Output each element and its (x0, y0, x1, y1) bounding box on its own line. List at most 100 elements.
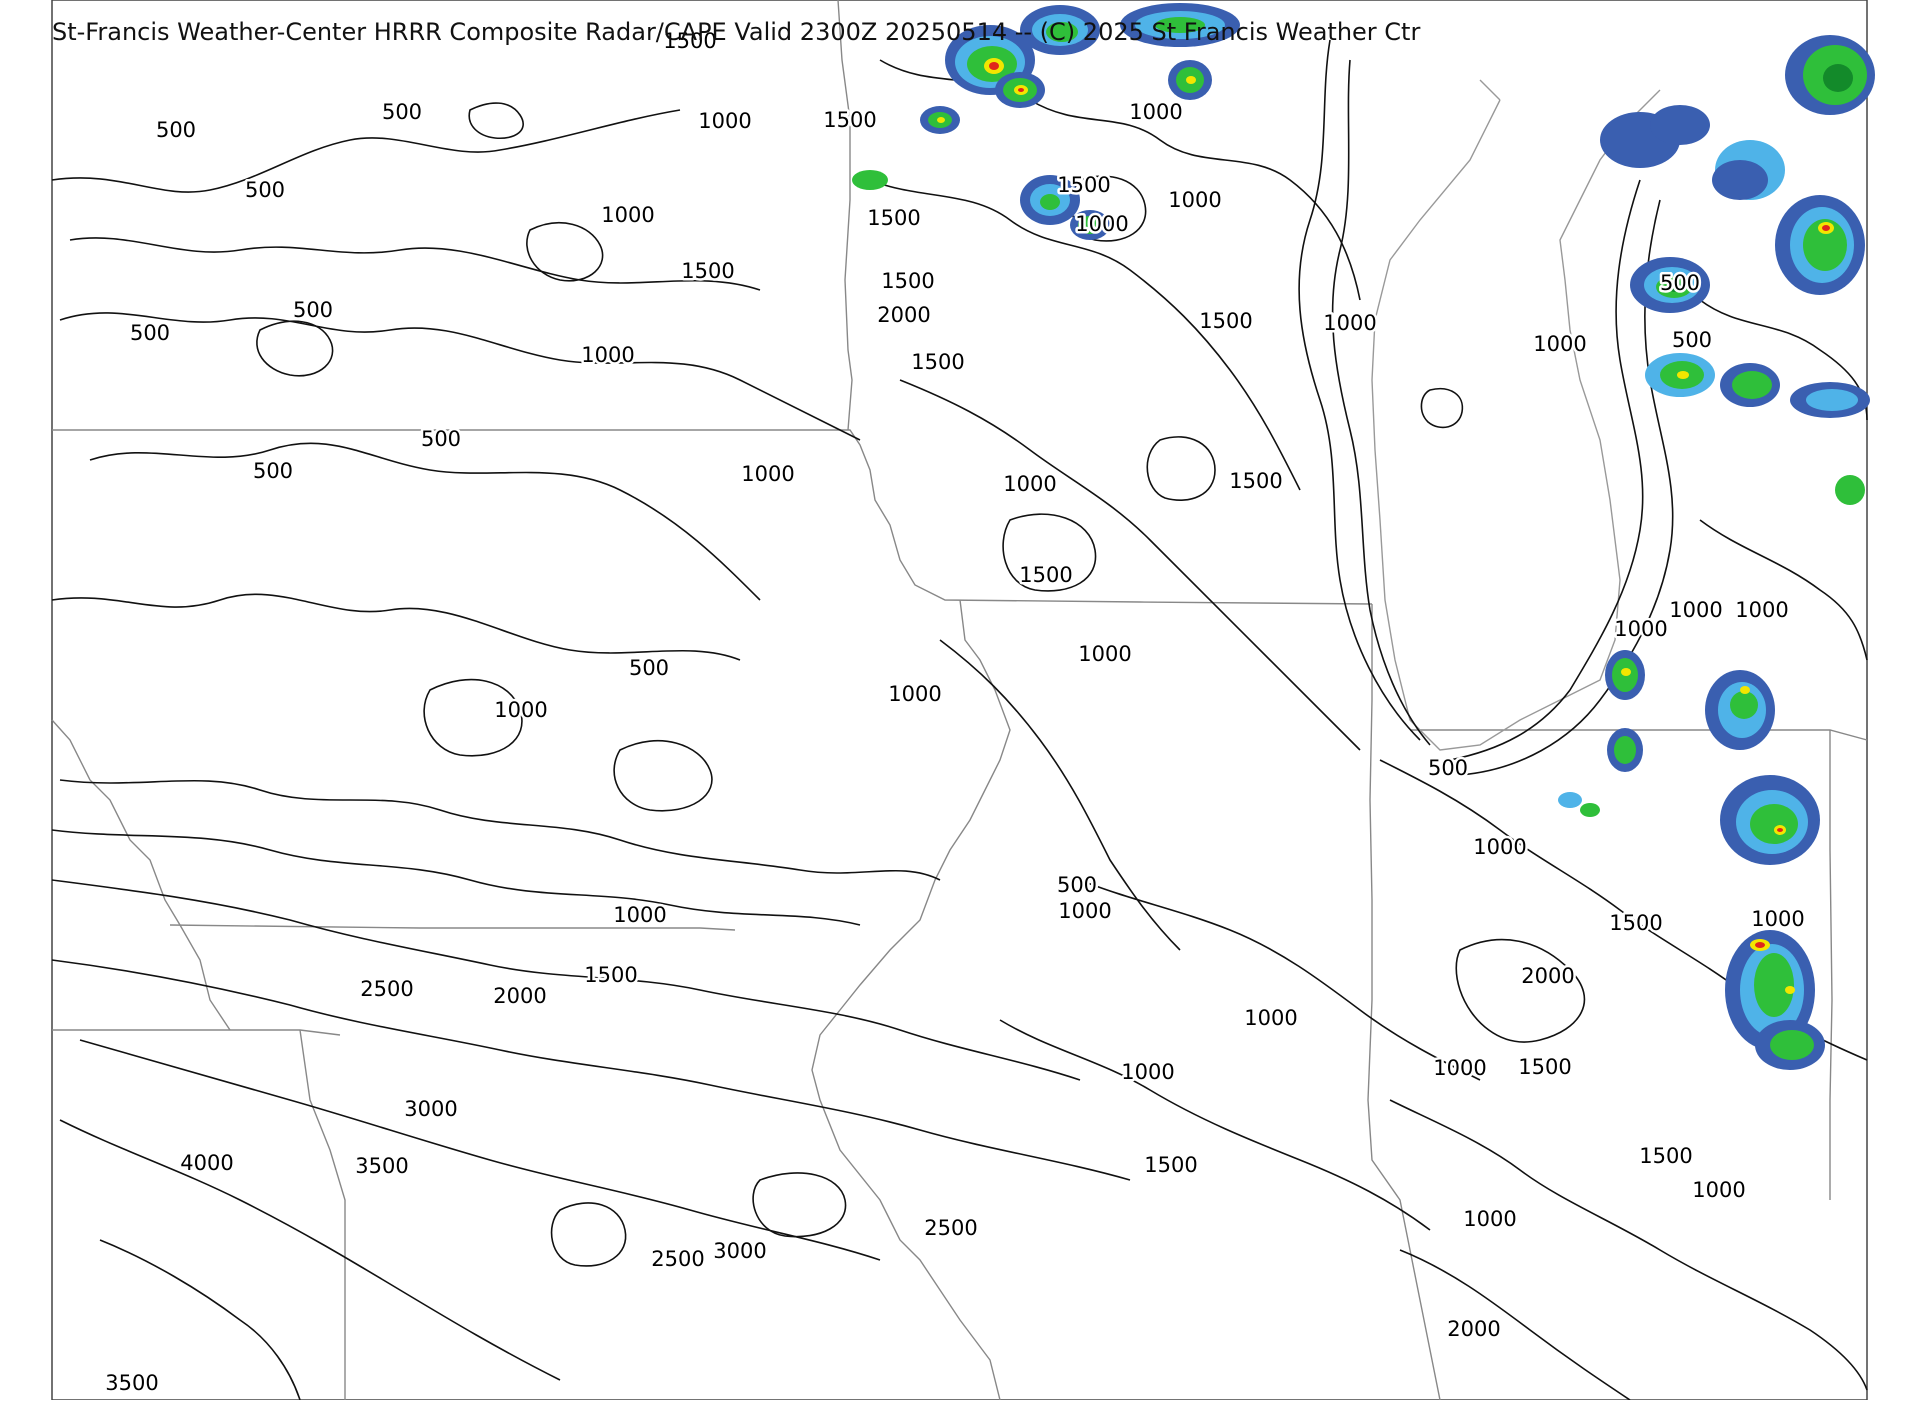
cape-contour-label: 1000 (1692, 1178, 1745, 1202)
radar-cell (1720, 775, 1820, 865)
radar-cell (1755, 1020, 1825, 1070)
radar-cell (1720, 363, 1780, 407)
radar-cell (852, 170, 888, 190)
cape-contour-label: 1000 (1129, 100, 1182, 124)
coastline (1371, 89, 1661, 751)
cape-contour-label: 1000 (1075, 212, 1128, 236)
cape-contour-label: 1000 (1463, 1207, 1516, 1231)
cape-contour-label: 1000 (1058, 899, 1111, 923)
cape-contour-label: 1500 (1639, 1144, 1692, 1168)
cape-contour-label: 1500 (1229, 469, 1282, 493)
cape-contour-label: 500 (245, 178, 285, 202)
coastline (1479, 79, 1501, 101)
cape-contour-label: 1000 (494, 698, 547, 722)
cape-contour-label: 1000 (1669, 598, 1722, 622)
cape-contour (999, 1019, 1431, 1231)
cape-contour-label: 1000 (1735, 598, 1788, 622)
cape-contour-label: 500 (382, 100, 422, 124)
cape-contour-label: 1000 (1121, 1060, 1174, 1084)
cape-contour (69, 237, 761, 291)
cape-contour-label: 1000 (601, 203, 654, 227)
state-border-line (52, 429, 1373, 605)
cape-contour-label: 1500 (584, 963, 637, 987)
cape-contour (613, 740, 713, 812)
cape-contour-label: 1500 (911, 350, 964, 374)
cape-contour (89, 442, 761, 601)
cape-contour (59, 312, 861, 441)
cape-contour (51, 109, 681, 193)
radar-cell (995, 72, 1045, 108)
cape-contour (51, 879, 1081, 1081)
map-frame (51, 0, 1868, 1401)
cape-contour-label: 1000 (581, 343, 634, 367)
cape-contour-label: 4000 (180, 1151, 233, 1175)
radar-cell (1600, 105, 1710, 168)
radar-cell (1558, 792, 1600, 817)
cape-contour-label: 1000 (1614, 617, 1667, 641)
cape-contour-label: 3500 (105, 1371, 158, 1395)
state-border-line (1829, 730, 1833, 1200)
cape-contour-label: 2500 (360, 977, 413, 1001)
radar-cell (1775, 195, 1865, 295)
cape-contour-label: 1500 (1199, 309, 1252, 333)
cape-contour-label: 500 (253, 459, 293, 483)
cape-contour (1298, 39, 1421, 741)
cape-contour-label: 1500 (823, 108, 876, 132)
cape-contour-label: 500 (130, 321, 170, 345)
cape-contour-label: 1000 (1078, 642, 1131, 666)
radar-cell (1712, 140, 1785, 200)
cape-contour (1079, 879, 1481, 1081)
cape-contour-label: 1500 (1518, 1055, 1571, 1079)
cape-contour-label: 1000 (1168, 188, 1221, 212)
cape-contour-label: 3000 (404, 1097, 457, 1121)
map-canvas: 1500500500 1000 15005001000 150015001000150… (51, 0, 1875, 1401)
cape-contour-label: 500 (1428, 756, 1468, 780)
radar-cell (1607, 728, 1643, 772)
cape-contour-label: 1000 (698, 109, 751, 133)
cape-contour-label: 1000 (1323, 311, 1376, 335)
cape-contour (51, 593, 741, 661)
radar-cell (1645, 353, 1715, 397)
cape-contour-label: 1500 (881, 269, 934, 293)
cape-contour-label: 1500 (1019, 563, 1072, 587)
cape-contour (51, 959, 1131, 1181)
state-border-line (51, 719, 231, 1031)
cape-contour-label: 500 (293, 298, 333, 322)
cape-contour-label: 1000 (1533, 332, 1586, 356)
cape-contour-label: 500 (629, 656, 669, 680)
cape-contours (51, 39, 1868, 1401)
cape-contour-label: 2500 (924, 1216, 977, 1240)
map-title: St-Francis Weather-Center HRRR Composite… (52, 18, 1421, 46)
cape-contour (51, 829, 861, 926)
cape-contour (256, 320, 334, 377)
cape-contour (1455, 938, 1586, 1043)
cape-contour (550, 1202, 627, 1267)
state-border-line (52, 1029, 341, 1036)
weather-map: 1500 500 500 1000 1500 500 1000 1500 1500 1000 150… (0, 0, 1920, 1401)
radar-cell (1785, 35, 1875, 115)
cape-contour-label: 1000 (888, 682, 941, 706)
cape-contour-label: 2000 (1447, 1317, 1500, 1341)
cape-contour (1699, 519, 1868, 661)
cape-contour-label: 500 (1660, 271, 1700, 295)
cape-contour-label: 1000 (613, 903, 666, 927)
cape-contour (1331, 59, 1431, 746)
cape-contour (1420, 388, 1464, 429)
cape-contour (752, 1172, 847, 1238)
cape-contour (899, 379, 1361, 751)
cape-contour-label: 1000 (1244, 1006, 1297, 1030)
radar-cell (1168, 60, 1212, 100)
state-border-line (837, 0, 853, 431)
radar-cell (920, 106, 960, 134)
cape-contour-label: 1500 (867, 206, 920, 230)
radar-cell (1705, 670, 1775, 750)
cape-contour-label: 1500 (1609, 911, 1662, 935)
cape-contour-label: 1000 (1751, 907, 1804, 931)
radar-cell (1835, 475, 1865, 505)
cape-contour-label: 500 (1672, 328, 1712, 352)
cape-contour-label: 3000 (713, 1239, 766, 1263)
state-border-line (299, 1029, 346, 1400)
cape-contour (1389, 1099, 1868, 1391)
cape-contour-label: 1000 (1433, 1056, 1486, 1080)
radar-cell (1605, 650, 1645, 700)
